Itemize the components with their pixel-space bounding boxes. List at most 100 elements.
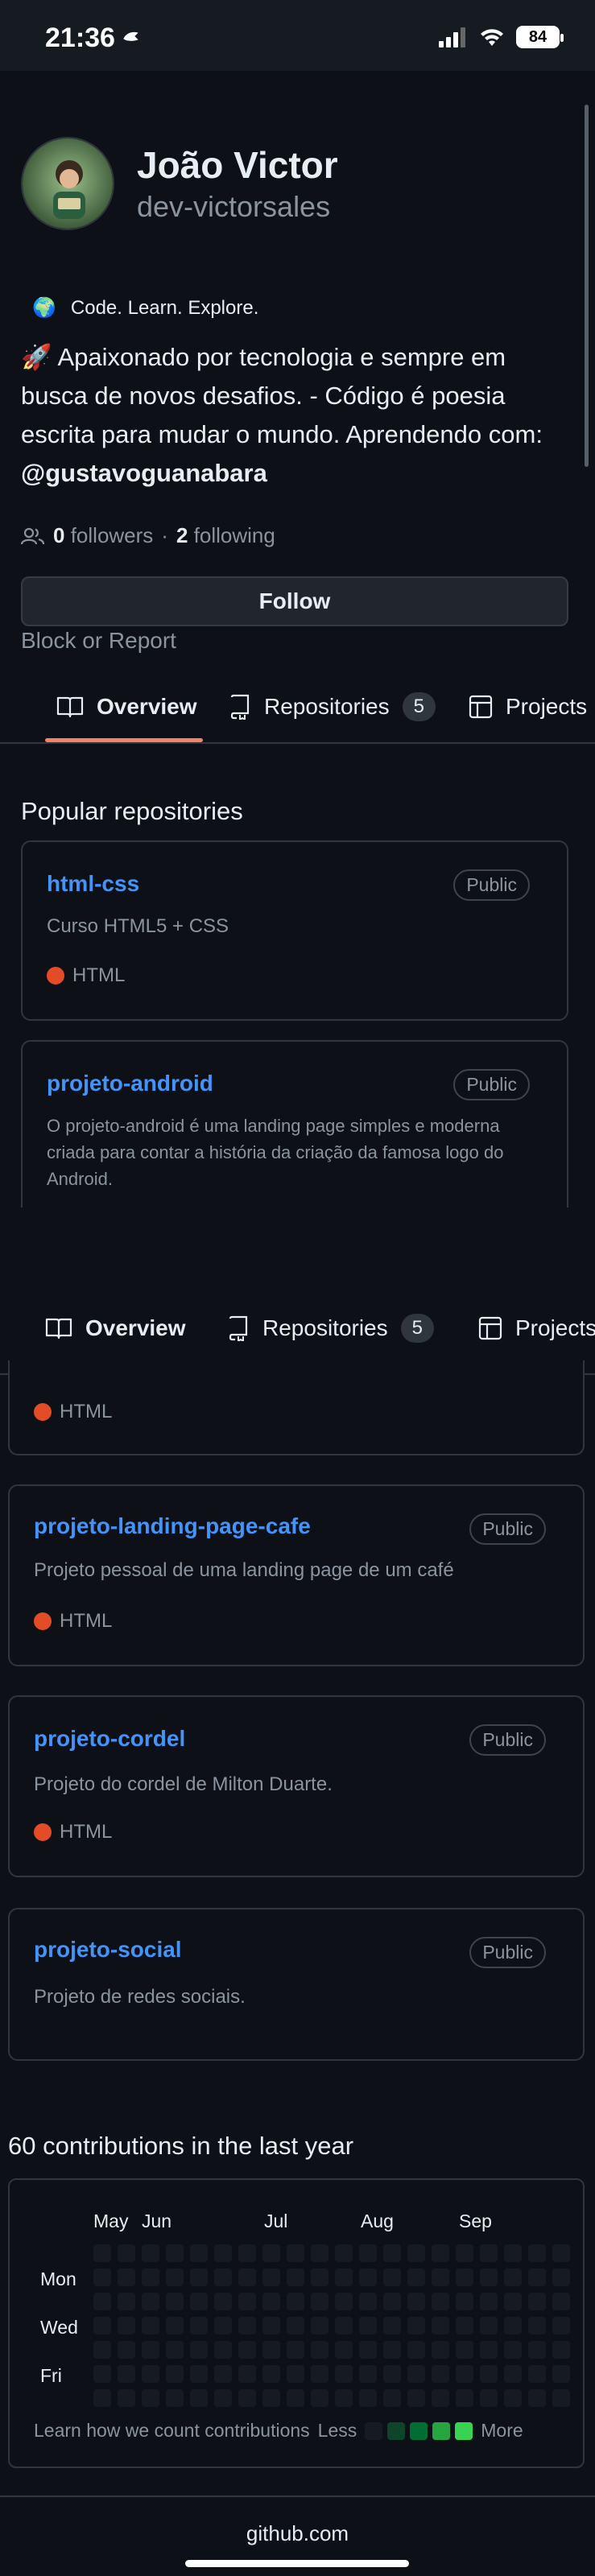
contribution-day-cell[interactable] [359,2244,377,2262]
contribution-day-cell[interactable] [311,2365,328,2383]
contribution-day-cell[interactable] [166,2244,184,2262]
contribution-day-cell[interactable] [383,2341,401,2359]
contribution-day-cell[interactable] [118,2365,135,2383]
contribution-day-cell[interactable] [359,2389,377,2407]
contribution-day-cell[interactable] [214,2293,232,2310]
contribution-day-cell[interactable] [142,2365,159,2383]
contribution-day-cell[interactable] [335,2293,353,2310]
contribution-day-cell[interactable] [93,2317,111,2334]
contribution-day-cell[interactable] [528,2365,546,2383]
contribution-day-cell[interactable] [190,2389,208,2407]
contribution-day-cell[interactable] [190,2317,208,2334]
contribution-day-cell[interactable] [504,2317,522,2334]
followers-link[interactable]: 0 followers [53,523,153,548]
contribution-day-cell[interactable] [93,2365,111,2383]
contribution-day-cell[interactable] [166,2268,184,2286]
contribution-day-cell[interactable] [287,2365,304,2383]
contribution-day-cell[interactable] [528,2389,546,2407]
contribution-day-cell[interactable] [190,2341,208,2359]
tab-projects[interactable]: Projects [469,671,587,742]
contribution-day-cell[interactable] [335,2389,353,2407]
tab-overview[interactable]: Overview [56,671,197,742]
contribution-day-cell[interactable] [118,2244,135,2262]
contribution-day-cell[interactable] [432,2244,449,2262]
contribution-day-cell[interactable] [262,2365,280,2383]
contribution-day-cell[interactable] [432,2389,449,2407]
contribution-day-cell[interactable] [214,2317,232,2334]
contribution-day-cell[interactable] [262,2317,280,2334]
contribution-day-cell[interactable] [118,2389,135,2407]
contribution-day-cell[interactable] [166,2317,184,2334]
contribution-day-cell[interactable] [190,2365,208,2383]
contribution-day-cell[interactable] [118,2268,135,2286]
contribution-day-cell[interactable] [359,2293,377,2310]
contribution-day-cell[interactable] [552,2317,570,2334]
contribution-day-cell[interactable] [142,2244,159,2262]
contribution-day-cell[interactable] [335,2244,353,2262]
contribution-day-cell[interactable] [118,2341,135,2359]
repo-name-link[interactable]: projeto-landing-page-cafe [34,1513,311,1539]
contribution-day-cell[interactable] [480,2268,498,2286]
contribution-day-cell[interactable] [480,2341,498,2359]
contribution-day-cell[interactable] [311,2317,328,2334]
contribution-day-cell[interactable] [432,2317,449,2334]
contribution-day-cell[interactable] [335,2268,353,2286]
contribution-day-cell[interactable] [456,2389,473,2407]
learn-contributions-link[interactable]: Learn how we count contributions [34,2420,310,2442]
contribution-day-cell[interactable] [383,2365,401,2383]
contribution-day-cell[interactable] [262,2389,280,2407]
contribution-day-cell[interactable] [262,2341,280,2359]
contribution-day-cell[interactable] [407,2268,425,2286]
contribution-day-cell[interactable] [93,2389,111,2407]
follow-button[interactable]: Follow [21,576,568,626]
tab-repositories[interactable]: Repositories 5 [227,1293,434,1364]
contribution-day-cell[interactable] [166,2365,184,2383]
contribution-day-cell[interactable] [359,2268,377,2286]
contribution-day-cell[interactable] [480,2244,498,2262]
contribution-day-cell[interactable] [552,2365,570,2383]
contribution-day-cell[interactable] [383,2389,401,2407]
contribution-day-cell[interactable] [359,2317,377,2334]
contribution-day-cell[interactable] [238,2389,256,2407]
contribution-day-cell[interactable] [480,2365,498,2383]
contribution-day-cell[interactable] [190,2268,208,2286]
contribution-day-cell[interactable] [142,2293,159,2310]
contribution-day-cell[interactable] [287,2293,304,2310]
user-status[interactable]: 🌍 Code. Learn. Explore. [32,296,258,320]
contribution-day-cell[interactable] [262,2244,280,2262]
browser-url-bar[interactable]: github.com [0,2496,595,2576]
contribution-day-cell[interactable] [166,2341,184,2359]
contribution-day-cell[interactable] [142,2317,159,2334]
contribution-day-cell[interactable] [552,2293,570,2310]
contribution-day-cell[interactable] [504,2365,522,2383]
contribution-day-cell[interactable] [311,2268,328,2286]
contribution-day-cell[interactable] [214,2365,232,2383]
contribution-day-cell[interactable] [456,2341,473,2359]
contribution-day-cell[interactable] [383,2244,401,2262]
contribution-day-cell[interactable] [528,2293,546,2310]
contribution-day-cell[interactable] [456,2317,473,2334]
contribution-day-cell[interactable] [407,2341,425,2359]
contribution-day-cell[interactable] [311,2293,328,2310]
contribution-day-cell[interactable] [480,2389,498,2407]
contribution-day-cell[interactable] [311,2389,328,2407]
contribution-day-cell[interactable] [238,2365,256,2383]
contribution-day-cell[interactable] [214,2341,232,2359]
contribution-day-cell[interactable] [528,2341,546,2359]
contribution-day-cell[interactable] [432,2293,449,2310]
contribution-day-cell[interactable] [118,2317,135,2334]
contribution-day-cell[interactable] [93,2268,111,2286]
contribution-day-cell[interactable] [504,2268,522,2286]
contribution-day-cell[interactable] [238,2341,256,2359]
contribution-day-cell[interactable] [407,2244,425,2262]
contribution-day-cell[interactable] [118,2293,135,2310]
contribution-day-cell[interactable] [359,2341,377,2359]
bio-mention-link[interactable]: @gustavoguanabara [21,459,267,487]
contribution-day-cell[interactable] [214,2244,232,2262]
contribution-day-cell[interactable] [359,2365,377,2383]
contribution-day-cell[interactable] [335,2365,353,2383]
contribution-day-cell[interactable] [311,2341,328,2359]
contribution-day-cell[interactable] [142,2268,159,2286]
contribution-day-cell[interactable] [407,2389,425,2407]
contribution-day-cell[interactable] [190,2293,208,2310]
